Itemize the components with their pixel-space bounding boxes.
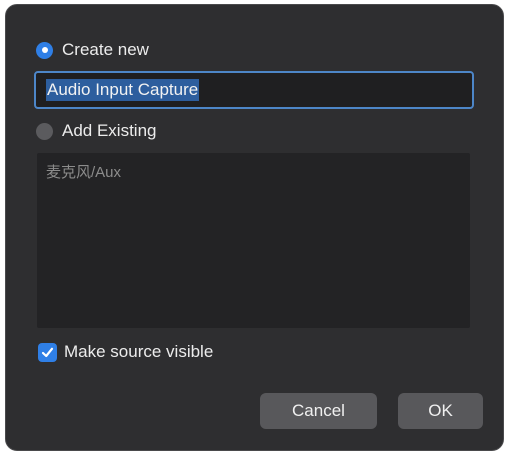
make-visible-label: Make source visible bbox=[64, 342, 214, 361]
add-source-dialog: Create new Audio Input Capture Add Exist… bbox=[5, 4, 504, 451]
add-existing-option[interactable]: Add Existing bbox=[36, 119, 157, 143]
create-new-option[interactable]: Create new bbox=[36, 38, 149, 62]
source-name-input[interactable]: Audio Input Capture bbox=[34, 71, 474, 109]
source-name-value: Audio Input Capture bbox=[46, 79, 200, 101]
add-existing-radio[interactable] bbox=[36, 122, 53, 140]
make-visible-option[interactable]: Make source visible bbox=[38, 340, 213, 364]
create-new-radio[interactable] bbox=[36, 41, 53, 59]
checkmark-icon bbox=[41, 347, 54, 357]
list-item[interactable]: 麦克风/Aux bbox=[46, 161, 121, 182]
make-visible-checkbox[interactable] bbox=[38, 342, 57, 362]
radio-selected-dot-icon bbox=[41, 47, 48, 53]
ok-button[interactable]: OK bbox=[398, 393, 483, 429]
cancel-button[interactable]: Cancel bbox=[260, 393, 377, 429]
create-new-label: Create new bbox=[62, 40, 149, 59]
existing-sources-list[interactable]: 麦克风/Aux bbox=[37, 153, 470, 328]
add-existing-label: Add Existing bbox=[62, 121, 157, 140]
